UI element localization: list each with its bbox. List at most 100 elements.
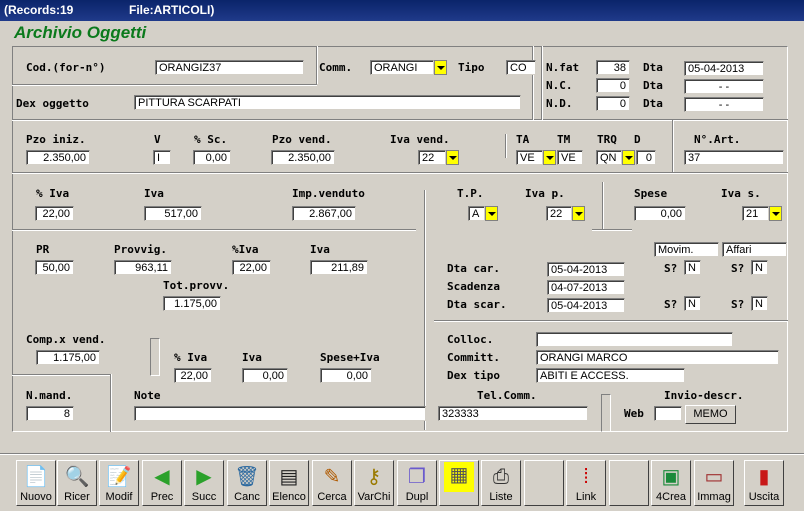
toolbar-button-link[interactable]: ⁞ Link: [566, 460, 606, 506]
s2-field[interactable]: N: [751, 260, 768, 275]
records-count: (Records:19: [4, 3, 74, 17]
divider: [316, 46, 318, 84]
v-field[interactable]: I: [153, 150, 171, 165]
piva3-field[interactable]: 22,00: [174, 368, 212, 383]
tp-dropdown-icon[interactable]: [485, 206, 498, 221]
note-field[interactable]: [134, 406, 426, 421]
toolbar-button-immag[interactable]: ▭ Immag: [694, 460, 734, 506]
toolbar-button-dupl[interactable]: ❐ Dupl: [397, 460, 437, 506]
toolbar-button-label: 4Crea: [656, 491, 686, 503]
piva-field[interactable]: 22,00: [35, 206, 74, 221]
tot-provv-field[interactable]: 1.175,00: [163, 296, 221, 311]
nart-field[interactable]: 37: [684, 150, 784, 165]
pr-label: PR: [36, 243, 50, 256]
toolbar-button-empty-14[interactable]: [609, 460, 649, 506]
nd-field[interactable]: 0: [596, 96, 630, 111]
tp-label: T.P.: [457, 187, 484, 200]
ta-field[interactable]: VE: [516, 150, 543, 165]
iva3-field[interactable]: 0,00: [242, 368, 288, 383]
iva-p-dropdown-icon[interactable]: [572, 206, 585, 221]
toolbar-button-varchi[interactable]: ⚷ VarChi: [354, 460, 394, 506]
cod-field[interactable]: ORANGIZ37: [155, 60, 304, 75]
iva2-field[interactable]: 211,89: [310, 260, 368, 275]
comp-vend-field[interactable]: 1.175,00: [36, 350, 100, 365]
dta-scar-field[interactable]: 05-04-2013: [547, 298, 625, 313]
iva-vend-dropdown-icon[interactable]: [446, 150, 459, 165]
web-field[interactable]: [654, 406, 682, 421]
iva-s-label: Iva s.: [721, 187, 761, 200]
colloc-field[interactable]: [536, 332, 733, 347]
imp-venduto-field[interactable]: 2.867,00: [292, 206, 356, 221]
ta-dropdown-icon[interactable]: [543, 150, 556, 165]
toolbar-button-prec[interactable]: ◀ Prec: [142, 460, 182, 506]
s3-field[interactable]: N: [684, 296, 701, 311]
trq-dropdown-icon[interactable]: [622, 150, 635, 165]
toolbar-button-empty-10[interactable]: ▦: [439, 460, 479, 506]
divider: [12, 172, 788, 174]
pzo-iniz-field[interactable]: 2.350,00: [26, 150, 90, 165]
nfat-field[interactable]: 38: [596, 60, 630, 75]
committ-field[interactable]: ORANGI MARCO: [536, 350, 779, 365]
toolbar-button-uscita[interactable]: ▮ Uscita: [744, 460, 784, 506]
spese-iva-field[interactable]: 0,00: [320, 368, 372, 383]
iva-field[interactable]: 517,00: [144, 206, 202, 221]
toolbar-button-label: Ricer: [64, 491, 90, 503]
arrow-right-icon: ▶: [196, 466, 212, 488]
toolbar-button-elenco[interactable]: ▤ Elenco: [269, 460, 309, 506]
dex-tipo-field[interactable]: ABITI E ACCESS.: [536, 368, 685, 383]
iva-vend-label: Iva vend.: [390, 133, 450, 146]
toolbar-button-4crea[interactable]: ▣ 4Crea: [651, 460, 691, 506]
image-card-icon: ▭: [704, 466, 724, 488]
pr-field[interactable]: 50,00: [35, 260, 74, 275]
piva-label: % Iva: [36, 187, 70, 200]
scadenza-field[interactable]: 04-07-2013: [547, 280, 625, 295]
tel-comm-field[interactable]: 323333: [438, 406, 588, 421]
dex-oggetto-field[interactable]: PITTURA SCARPATI: [134, 95, 521, 110]
provvig-field[interactable]: 963,11: [114, 260, 172, 275]
toolbar-button-modif[interactable]: 📝 Modif: [99, 460, 139, 506]
divider: [110, 374, 112, 432]
d-field[interactable]: 0: [636, 150, 656, 165]
ta-label: TA: [516, 133, 530, 146]
comm-dropdown-icon[interactable]: [434, 60, 447, 75]
nc-field[interactable]: 0: [596, 78, 630, 93]
trq-field[interactable]: QN: [596, 150, 622, 165]
tp-field[interactable]: A: [468, 206, 485, 221]
iva-p-label: Iva p.: [525, 187, 565, 200]
nmand-field[interactable]: 8: [26, 406, 74, 421]
dta1-field[interactable]: 05-04-2013: [684, 61, 764, 76]
toolbar-button-succ[interactable]: ▶ Succ: [184, 460, 224, 506]
comm-field[interactable]: ORANGI: [370, 60, 434, 75]
divider: [672, 120, 674, 172]
colloc-label: Colloc.: [447, 333, 494, 346]
divider: [12, 374, 112, 376]
iva-p-field[interactable]: 22: [546, 206, 572, 221]
dta3-field[interactable]: - -: [684, 97, 764, 112]
s4-field[interactable]: N: [751, 296, 768, 311]
sc-field[interactable]: 0,00: [193, 150, 231, 165]
pzo-vend-field[interactable]: 2.350,00: [271, 150, 335, 165]
toolbar-button-liste[interactable]: ⎙ Liste: [481, 460, 521, 506]
toolbar-button-label: Uscita: [748, 491, 780, 503]
spese-field[interactable]: 0,00: [634, 206, 686, 221]
toolbar-button-label: Liste: [489, 491, 513, 503]
toolbar-button-nuovo[interactable]: 📄 Nuovo: [16, 460, 56, 506]
tipo-field[interactable]: CO: [506, 60, 536, 75]
iva-vend-field[interactable]: 22: [418, 150, 446, 165]
dta2-field[interactable]: - -: [684, 79, 764, 94]
piva2-field[interactable]: 22,00: [232, 260, 271, 275]
sc-label: % Sc.: [194, 133, 228, 146]
iva-s-dropdown-icon[interactable]: [769, 206, 782, 221]
dta-car-field[interactable]: 05-04-2013: [547, 262, 625, 277]
imp-venduto-label: Imp.venduto: [292, 187, 365, 200]
toolbar-button-canc[interactable]: 🗑 Canc: [227, 460, 267, 506]
toolbar-button-ricer[interactable]: 🔍 Ricer: [57, 460, 97, 506]
tm-field[interactable]: VE: [557, 150, 583, 165]
dta-car-label: Dta car.: [447, 262, 500, 275]
iva-s-field[interactable]: 21: [742, 206, 769, 221]
toolbar-button-empty-12[interactable]: [524, 460, 564, 506]
s1-field[interactable]: N: [684, 260, 701, 275]
divider: [602, 182, 604, 230]
toolbar-button-cerca[interactable]: ✎ Cerca: [312, 460, 352, 506]
memo-button[interactable]: MEMO: [685, 405, 736, 424]
